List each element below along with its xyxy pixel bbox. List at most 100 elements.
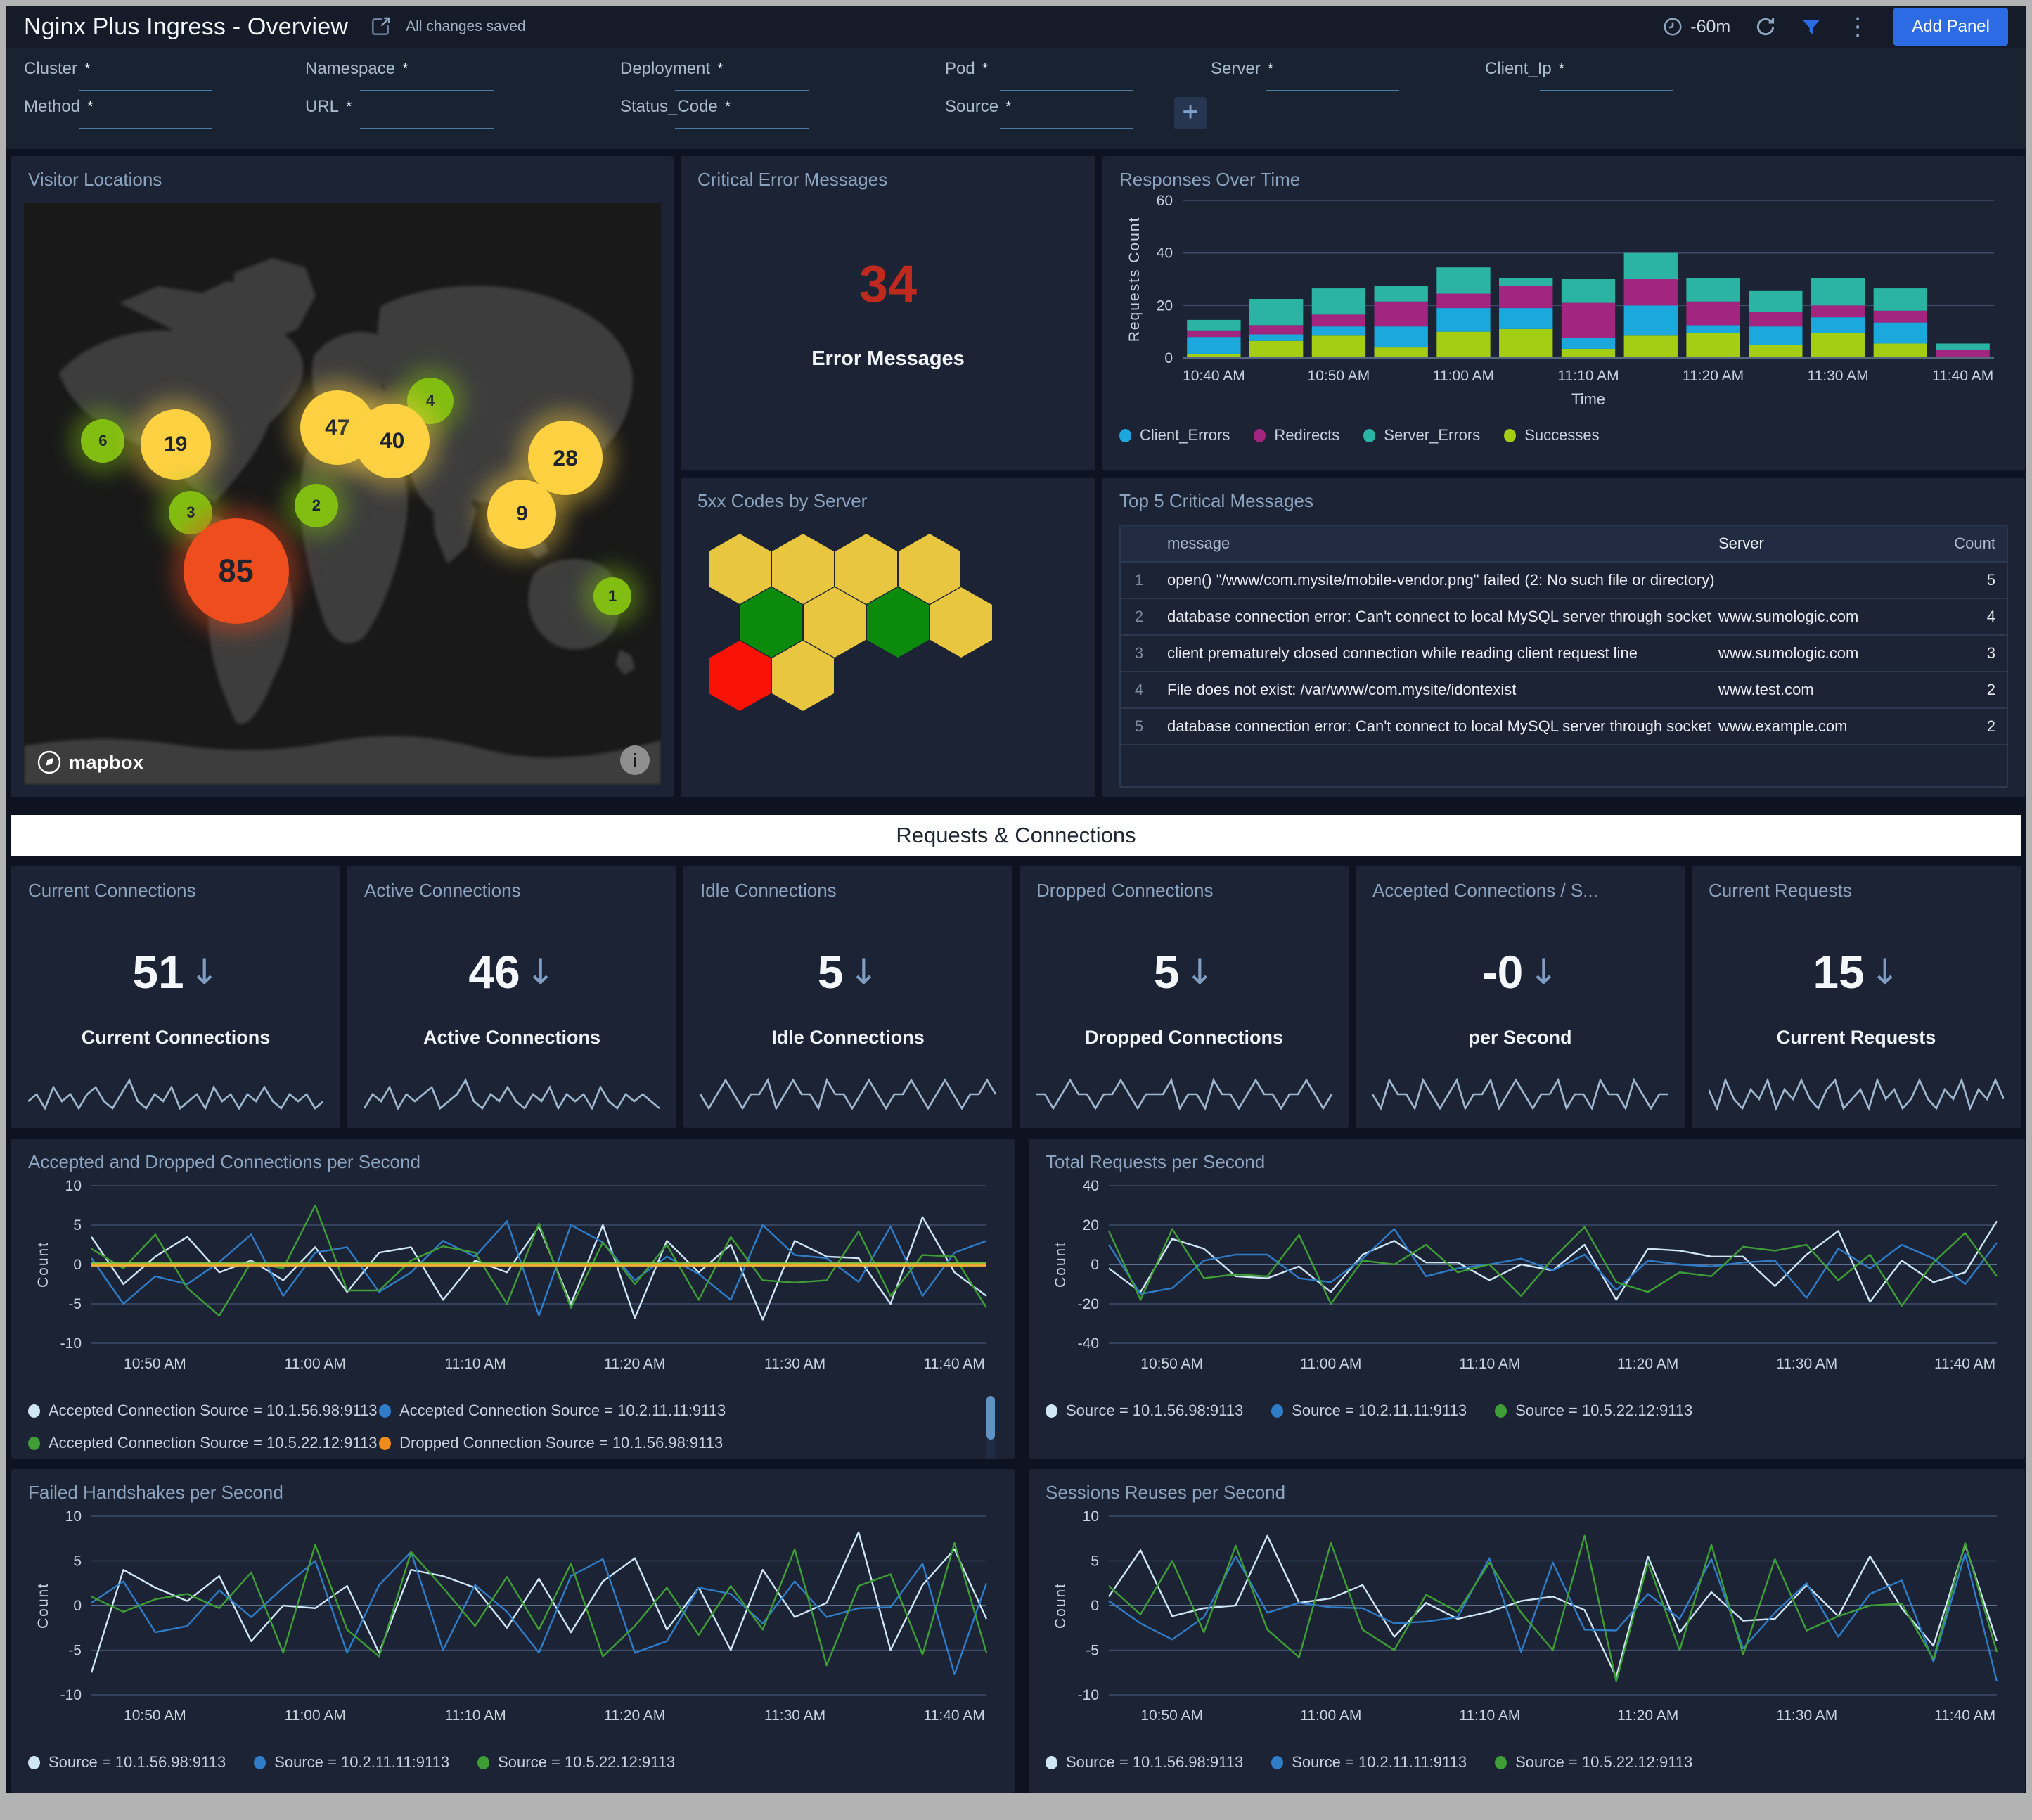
legend-label: Accepted Connection Source = 10.2.11.11:… [399,1402,726,1420]
kpi-card[interactable]: Dropped Connections5↓Dropped Connections [1020,866,1349,1128]
time-range-control[interactable]: -60m [1662,16,1730,37]
legend-label: Source = 10.1.56.98:9113 [1066,1402,1243,1420]
legend-item[interactable]: Client_Errors [1119,419,1230,451]
kpi-card[interactable]: Accepted Connections / S...-0↓per Second [1356,866,1685,1128]
legend-item[interactable]: Source = 10.1.56.98:9113 [1046,1395,1243,1427]
filter-source[interactable]: Source* [945,97,1156,129]
filter-input[interactable] [1266,90,1399,91]
svg-text:5: 5 [73,1217,82,1233]
world-map[interactable]: 6193854724402891 mapbox i [24,203,661,785]
filter-label: Cluster* [24,59,305,79]
legend-item[interactable]: Dropped Connection Source = 10.1.56.98:9… [379,1427,948,1459]
add-panel-button[interactable]: Add Panel [1893,8,2008,46]
time-range-value: -60m [1690,17,1730,37]
map-bubble[interactable]: 6 [81,419,124,463]
filter-input[interactable] [1000,90,1133,91]
kpi-title: Dropped Connections [1036,880,1332,902]
kpi-value-group: 46↓ [364,945,660,999]
panel-title: Visitor Locations [28,169,657,191]
kpi-value-group: -0↓ [1372,945,1668,999]
col-count[interactable]: Count [1929,534,2007,553]
map-bubble[interactable]: 40 [355,404,430,478]
sessions-reuses-line-chart[interactable]: -10-50510Count10:50 AM11:00 AM11:10 AM11… [1046,1504,2008,1736]
filter-deployment[interactable]: Deployment* [620,59,945,91]
panel-sessions-reuses: Sessions Reuses per Second -10-50510Coun… [1029,1469,2025,1793]
filter-input[interactable] [360,90,494,91]
accepted-dropped-line-chart[interactable]: -10-50510Count10:50 AM11:00 AM11:10 AM11… [28,1173,998,1384]
svg-text:10:50 AM: 10:50 AM [124,1707,186,1724]
legend-item[interactable]: Accepted Connection Source = 10.2.11.11:… [379,1395,948,1427]
table-row[interactable]: 1open() "/www/com.mysite/mobile-vendor.p… [1121,561,2007,598]
legend-item[interactable]: Accepted Connection Source = 10.5.22.12:… [28,1427,379,1459]
svg-text:60: 60 [1157,193,1173,209]
map-info-icon[interactable]: i [620,745,650,775]
total-requests-line-chart[interactable]: -40-2002040Count10:50 AM11:00 AM11:10 AM… [1046,1173,2008,1384]
legend-item[interactable]: Source = 10.5.22.12:9113 [1495,1746,1692,1779]
table-row[interactable]: 4File does not exist: /var/www/com.mysit… [1121,671,2007,707]
legend-scrollbar-thumb[interactable] [986,1396,995,1440]
filter-input[interactable] [675,128,809,129]
filter-cluster[interactable]: Cluster* [24,59,305,91]
share-icon[interactable] [369,15,392,38]
svg-text:11:00 AM: 11:00 AM [1433,368,1494,384]
legend-item[interactable]: Server_Errors [1363,419,1480,451]
svg-text:-5: -5 [68,1296,82,1312]
filter-client_ip[interactable]: Client_Ip* [1485,59,1696,91]
legend-item[interactable]: Source = 10.1.56.98:9113 [28,1746,226,1779]
map-bubble[interactable]: 9 [487,480,556,549]
filter-label: Method* [24,97,305,117]
filter-method[interactable]: Method* [24,97,305,129]
kpi-value: 5 [1154,945,1180,999]
kpi-card[interactable]: Active Connections46↓Active Connections [347,866,676,1128]
trend-down-icon: ↓ [190,951,219,992]
legend-item[interactable]: Accepted Connection Source = 10.1.56.98:… [28,1395,379,1427]
kpi-value: 5 [818,945,844,999]
legend-item[interactable]: Source = 10.2.11.11:9113 [1271,1395,1467,1427]
legend-label: Dropped Connection Source = 10.1.56.98:9… [399,1434,723,1452]
refresh-icon[interactable] [1754,15,1777,38]
filter-input[interactable] [360,128,494,129]
kpi-card[interactable]: Current Requests15↓Current Requests [1692,866,2021,1128]
legend-item[interactable]: Source = 10.5.22.12:9113 [1495,1395,1692,1427]
legend-item[interactable]: Successes [1504,419,1599,451]
filter-input[interactable] [1000,128,1133,129]
responses-bar-chart[interactable]: 0204060Requests Count10:40 AM10:50 AM11:… [1119,191,2008,409]
panel-critical-error-messages: Critical Error Messages 34 Error Message… [681,156,1095,470]
table-row[interactable]: 3client prematurely closed connection wh… [1121,634,2007,671]
legend-item[interactable]: Source = 10.2.11.11:9113 [254,1746,449,1779]
legend-item[interactable]: Redirects [1254,419,1339,451]
col-message[interactable]: message [1157,534,1718,553]
filter-pod[interactable]: Pod* [945,59,1211,91]
filter-bar: Cluster*Namespace*Deployment*Pod*Server*… [6,48,2026,149]
failed-handshakes-line-chart[interactable]: -10-50510Count10:50 AM11:00 AM11:10 AM11… [28,1504,998,1736]
chart-row-2: Failed Handshakes per Second -10-50510Co… [11,1469,2021,1793]
svg-text:11:30 AM: 11:30 AM [1776,1356,1837,1372]
filter-input[interactable] [79,128,212,129]
filter-input[interactable] [1540,90,1673,91]
kpi-title: Accepted Connections / S... [1372,880,1668,902]
map-bubble[interactable]: 19 [141,409,211,480]
filter-namespace[interactable]: Namespace* [305,59,620,91]
kebab-menu-icon[interactable]: ⋮ [1846,13,1870,41]
svg-text:-10: -10 [60,1335,82,1352]
filter-input[interactable] [675,90,809,91]
svg-text:11:20 AM: 11:20 AM [604,1356,665,1372]
legend-item[interactable]: Source = 10.5.22.12:9113 [477,1746,675,1779]
filter-url[interactable]: URL* [305,97,620,129]
kpi-card[interactable]: Current Connections51↓Current Connection… [11,866,340,1128]
map-bubble[interactable]: 85 [184,518,289,624]
add-filter-button[interactable]: + [1174,97,1207,129]
legend-item[interactable]: Source = 10.2.11.11:9113 [1271,1746,1467,1779]
filter-icon[interactable] [1801,16,1822,37]
legend-item[interactable]: Source = 10.1.56.98:9113 [1046,1746,1243,1779]
filter-server[interactable]: Server* [1211,59,1485,91]
map-bubble[interactable]: 1 [593,577,631,615]
table-row[interactable]: 2database connection error: Can't connec… [1121,598,2007,634]
filter-status_code[interactable]: Status_Code* [620,97,945,129]
table-row[interactable]: 5database connection error: Can't connec… [1121,707,2007,744]
col-server[interactable]: Server [1718,534,1929,553]
mapbox-logo[interactable]: mapbox [37,750,144,775]
kpi-card[interactable]: Idle Connections5↓Idle Connections [683,866,1012,1128]
map-bubble[interactable]: 2 [295,484,338,527]
filter-input[interactable] [79,90,212,91]
